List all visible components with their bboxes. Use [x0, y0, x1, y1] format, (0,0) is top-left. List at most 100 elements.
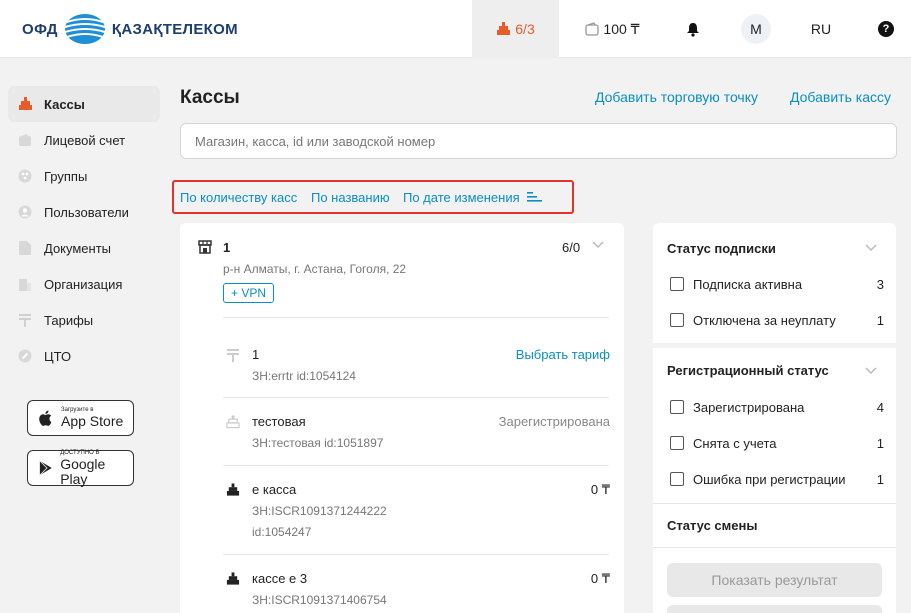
- checkbox[interactable]: [670, 313, 684, 327]
- app-store-button[interactable]: Загрузите в App Store: [27, 400, 134, 436]
- filter-option-subscription-disabled[interactable]: Отключена за неуплату 1: [670, 312, 884, 328]
- filter-option-count: 1: [876, 435, 884, 451]
- google-play-button[interactable]: ДОСТУПНО В Google Play: [27, 450, 134, 486]
- checkbox[interactable]: [670, 472, 684, 486]
- filter-option-label: Снята с учета: [693, 435, 777, 451]
- sort-by-date[interactable]: По дате изменения: [403, 190, 543, 205]
- language-label: RU: [810, 21, 832, 37]
- add-shop-link[interactable]: Добавить торговую точку: [595, 89, 758, 105]
- filter-option-count: 3: [876, 276, 884, 292]
- filter-option-label: Зарегистрирована: [693, 399, 805, 415]
- help-icon: ?: [878, 21, 894, 37]
- balance-value: 100 ₸: [603, 20, 640, 37]
- shop-kassa-count: 6/0: [562, 240, 581, 255]
- cash-register-icon: [226, 483, 240, 496]
- choose-tariff-link[interactable]: Выбрать тариф: [516, 347, 610, 362]
- add-kassa-link[interactable]: Добавить кассу: [790, 89, 891, 105]
- kassa-status: Зарегистрирована: [498, 414, 610, 429]
- shift-status-title[interactable]: Статус смены: [667, 518, 757, 533]
- chevron-down-icon[interactable]: [865, 244, 877, 252]
- checkbox[interactable]: [670, 277, 684, 291]
- shop-name[interactable]: 1: [223, 240, 230, 255]
- user-menu[interactable]: M: [740, 0, 772, 58]
- sidebar-item-label: Тарифы: [44, 312, 94, 328]
- language-switcher[interactable]: RU: [805, 0, 837, 58]
- show-results-button[interactable]: Показать результат: [667, 563, 882, 597]
- page-title: Кассы: [180, 87, 240, 108]
- divider: [223, 397, 609, 398]
- kassa-name[interactable]: кассе е 3: [252, 571, 307, 586]
- add-vpn-button[interactable]: + VPN: [223, 283, 275, 303]
- filter-option-label: Ошибка при регистрации: [693, 471, 846, 487]
- sidebar-item-tariffs[interactable]: Тарифы: [8, 302, 160, 338]
- cto-icon: [17, 348, 33, 364]
- filter-option-count: 4: [876, 399, 884, 415]
- filter-option-registration-error[interactable]: Ошибка при регистрации 1: [670, 471, 884, 487]
- logo-text-kazakhtelecom: ҚАЗАҚТЕЛЕКОМ: [111, 20, 238, 38]
- kassa-name[interactable]: 1: [252, 347, 259, 362]
- sidebar-item-users[interactable]: Пользователи: [8, 194, 160, 230]
- sidebar-item-label: Документы: [44, 240, 112, 256]
- checkbox[interactable]: [670, 400, 684, 414]
- sort-order-icon: [527, 192, 543, 202]
- sidebar-item-account[interactable]: Лицевой счет: [8, 122, 160, 158]
- secondary-button[interactable]: [667, 605, 882, 613]
- kassa-serial: ЗН:ISCR1091371406754: [252, 593, 387, 607]
- cash-register-icon: [17, 96, 33, 112]
- filter-option-count: 1: [876, 312, 884, 328]
- kassa-serial: ЗН:ISCR1091371244222: [252, 504, 387, 518]
- sort-by-name[interactable]: По названию: [311, 190, 390, 205]
- kassa-name[interactable]: е касса: [252, 482, 296, 497]
- cash-register-icon: [226, 572, 240, 585]
- kassa-id: id:1054247: [252, 525, 312, 539]
- google-play-icon: [39, 460, 52, 476]
- sidebar-item-kassy[interactable]: Кассы: [8, 86, 160, 122]
- registration-status-title[interactable]: Регистрационный статус: [667, 363, 829, 378]
- checkbox[interactable]: [670, 436, 684, 450]
- filter-option-subscription-active[interactable]: Подписка активна 3: [670, 276, 884, 292]
- filter-option-registered[interactable]: Зарегистрирована 4: [670, 399, 884, 415]
- divider: [223, 317, 609, 318]
- shop-address: р-н Алматы, г. Астана, Гоголя, 22: [223, 262, 407, 276]
- sidebar-item-documents[interactable]: Документы: [8, 230, 160, 266]
- wallet-icon: [585, 22, 600, 36]
- tariff-icon: [227, 349, 239, 362]
- apple-icon: [39, 410, 52, 426]
- sidebar-item-label: Кассы: [44, 96, 85, 112]
- shop-icon: [198, 240, 212, 254]
- filter-option-deregistered[interactable]: Снята с учета 1: [670, 435, 884, 451]
- subscription-status-title[interactable]: Статус подписки: [667, 241, 776, 256]
- sidebar-item-groups[interactable]: Группы: [8, 158, 160, 194]
- sidebar-item-organization[interactable]: Организация: [8, 266, 160, 302]
- divider: [653, 547, 896, 548]
- kassa-serial-id: ЗН:errtr id:1054124: [252, 369, 356, 383]
- sidebar-item-label: Организация: [44, 276, 123, 292]
- cash-register-icon: [226, 415, 240, 429]
- help-button[interactable]: ?: [873, 0, 899, 58]
- avatar: M: [741, 14, 771, 44]
- search-input[interactable]: [180, 123, 897, 159]
- google-play-label: Google Play: [60, 455, 106, 487]
- divider: [223, 554, 609, 555]
- sort-by-count[interactable]: По количеству касс: [180, 190, 297, 205]
- kazakhtelecom-globe-icon: [64, 14, 106, 44]
- kassa-list-panel: 1 6/0 р-н Алматы, г. Астана, Гоголя, 22 …: [180, 223, 624, 613]
- chevron-down-icon[interactable]: [865, 367, 877, 375]
- tariff-icon: [17, 312, 33, 328]
- top-header: ОФД ҚАЗАҚТЕЛЕКОМ 6/3 100 ₸ M RU ?: [0, 0, 911, 58]
- kassa-balance: 0 ₸: [590, 482, 610, 497]
- header-kassa-counter[interactable]: 6/3: [472, 0, 559, 58]
- chevron-down-icon[interactable]: [592, 241, 604, 249]
- cash-register-icon: [497, 22, 511, 35]
- header-balance[interactable]: 100 ₸: [575, 0, 650, 58]
- kassa-serial-id: ЗН:тестовая id:1051897: [252, 436, 384, 450]
- sidebar-item-cto[interactable]: ЦТО: [8, 338, 160, 374]
- sidebar-item-label: Пользователи: [44, 204, 129, 220]
- notifications-button[interactable]: [680, 0, 706, 58]
- logo[interactable]: ОФД ҚАЗАҚТЕЛЕКОМ: [22, 13, 238, 45]
- kassa-name[interactable]: тестовая: [252, 414, 306, 429]
- app-store-label: App Store: [61, 413, 124, 429]
- logo-text-ofd: ОФД: [22, 20, 58, 38]
- kassa-balance: 0 ₸: [590, 571, 610, 586]
- groups-icon: [17, 168, 33, 184]
